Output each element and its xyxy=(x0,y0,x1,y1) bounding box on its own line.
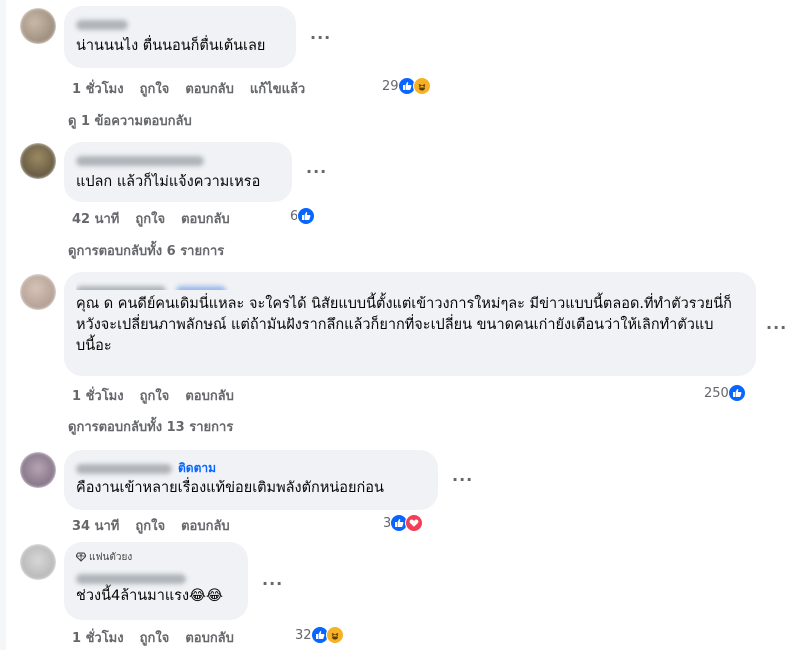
comment-bubble: แปลก แล้วก็ไม่แจ้งความเหรอ xyxy=(64,142,292,202)
comment-actions: 1 ชั่วโมง ถูกใจ ตอบกลับ แก้ไขแล้ว xyxy=(72,78,321,99)
comment-text: น่านนนไง ตื่นนอนก็ตื่นเต้นเลย xyxy=(76,38,266,54)
top-fan-label: แฟนตัวยง xyxy=(89,551,133,563)
top-fan-badge[interactable]: แฟนตัวยง xyxy=(75,550,236,564)
author-name[interactable] xyxy=(76,150,280,166)
haha-icon xyxy=(412,77,431,95)
author-name[interactable] xyxy=(76,568,236,584)
like-icon xyxy=(727,384,746,402)
comment-time[interactable]: 34 นาที xyxy=(72,515,119,536)
comment-bubble: คุณ ด คนดีย์คนเดิมนี่แหละ จะใครได้ นิสัย… xyxy=(64,272,756,376)
comment-bubble: ติดตาม คืองานเข้าหลายเรื่องแท้ข่อยเติมพล… xyxy=(64,450,438,510)
like-button[interactable]: ถูกใจ xyxy=(135,515,165,536)
reply-button[interactable]: ตอบกลับ xyxy=(185,385,234,406)
comment-text: แปลก แล้วก็ไม่แจ้งความเหรอ xyxy=(76,174,261,190)
comment-actions: 1 ชั่วโมง ถูกใจ ตอบกลับ xyxy=(72,627,250,648)
view-replies-label: ดูการตอบกลับทั้ง 6 รายการ xyxy=(68,244,225,259)
comment-text: ช่วงนี้4ล้านมาแรง😂😂 xyxy=(76,588,223,604)
more-options-icon[interactable]: ··· xyxy=(310,28,331,47)
reaction-summary[interactable]: 250 xyxy=(704,384,746,402)
author-name[interactable] xyxy=(76,14,284,30)
reply-button[interactable]: ตอบกลับ xyxy=(185,78,234,99)
like-icon xyxy=(297,207,316,225)
reaction-summary[interactable]: 6 xyxy=(290,207,316,225)
edited-label[interactable]: แก้ไขแล้ว xyxy=(250,78,305,99)
avatar[interactable] xyxy=(20,8,56,44)
love-icon xyxy=(405,514,424,532)
follow-button[interactable]: ติดตาม xyxy=(178,461,216,475)
view-replies-link[interactable]: ดู 1 ข้อความตอบกลับ xyxy=(68,110,192,131)
haha-icon xyxy=(325,626,344,644)
more-options-icon[interactable]: ··· xyxy=(262,574,283,593)
comment-bubble: น่านนนไง ตื่นนอนก็ตื่นเต้นเลย xyxy=(64,6,296,68)
reaction-summary[interactable]: 3 xyxy=(383,514,424,532)
comment-text: คืองานเข้าหลายเรื่องแท้ข่อยเติมพลังตักหน… xyxy=(76,480,384,496)
view-replies-label: ดูการตอบกลับทั้ง 13 รายการ xyxy=(68,420,234,435)
left-edge xyxy=(0,0,6,650)
author-name-blurred[interactable] xyxy=(76,463,172,474)
reaction-count: 29 xyxy=(382,78,399,94)
comment-time[interactable]: 1 ชั่วโมง xyxy=(72,78,124,99)
avatar[interactable] xyxy=(20,274,56,310)
reaction-count: 32 xyxy=(295,627,312,643)
reply-button[interactable]: ตอบกลับ xyxy=(181,208,230,229)
comment-actions: 34 นาที ถูกใจ ตอบกลับ xyxy=(72,515,246,536)
like-button[interactable]: ถูกใจ xyxy=(135,208,165,229)
author-name[interactable] xyxy=(76,280,744,290)
more-options-icon[interactable]: ··· xyxy=(306,162,327,181)
comment-bubble: แฟนตัวยง ช่วงนี้4ล้านมาแรง😂😂 xyxy=(64,542,248,620)
reaction-summary[interactable]: 29 xyxy=(382,77,431,95)
comment-time[interactable]: 42 นาที xyxy=(72,208,119,229)
view-replies-link[interactable]: ดูการตอบกลับทั้ง 6 รายการ xyxy=(68,240,224,261)
author-name: ติดตาม xyxy=(76,458,426,475)
like-button[interactable]: ถูกใจ xyxy=(140,627,170,648)
reaction-summary[interactable]: 32 xyxy=(295,626,344,644)
view-replies-label: ดู 1 ข้อความตอบกลับ xyxy=(68,114,192,129)
avatar[interactable] xyxy=(20,452,56,488)
reply-button[interactable]: ตอบกลับ xyxy=(185,627,234,648)
comment-time[interactable]: 1 ชั่วโมง xyxy=(72,627,124,648)
like-button[interactable]: ถูกใจ xyxy=(140,78,170,99)
more-options-icon[interactable]: ··· xyxy=(452,470,473,489)
like-button[interactable]: ถูกใจ xyxy=(140,385,170,406)
comment-text: คุณ ด คนดีย์คนเดิมนี่แหละ จะใครได้ นิสัย… xyxy=(76,296,732,354)
comment-time[interactable]: 1 ชั่วโมง xyxy=(72,385,124,406)
comment-actions: 42 นาที ถูกใจ ตอบกลับ xyxy=(72,208,246,229)
avatar[interactable] xyxy=(20,544,56,580)
reply-button[interactable]: ตอบกลับ xyxy=(181,515,230,536)
reaction-count: 250 xyxy=(704,385,729,401)
more-options-icon[interactable]: ··· xyxy=(766,318,787,337)
diamond-icon xyxy=(75,552,87,562)
view-replies-link[interactable]: ดูการตอบกลับทั้ง 13 รายการ xyxy=(68,416,233,437)
avatar[interactable] xyxy=(20,143,56,179)
comment-actions: 1 ชั่วโมง ถูกใจ ตอบกลับ xyxy=(72,385,250,406)
